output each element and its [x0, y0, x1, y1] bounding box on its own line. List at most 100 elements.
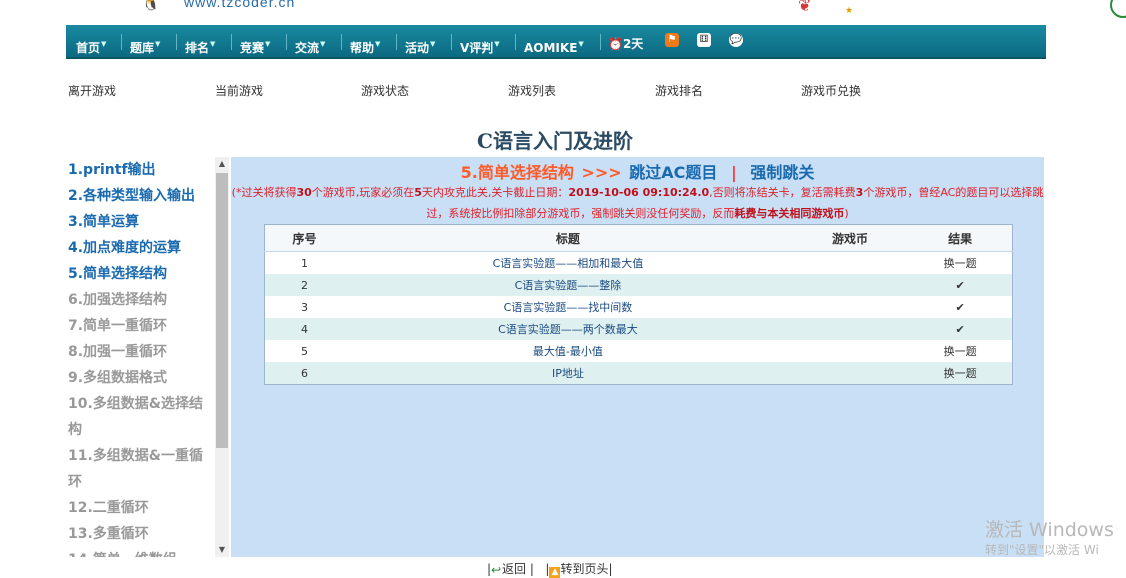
separator-text: |: [608, 562, 613, 576]
nav-aomike[interactable]: AOMIKE▼: [524, 25, 584, 57]
back-link[interactable]: 返回: [502, 562, 526, 576]
level-item[interactable]: 2.各种类型输入输出: [66, 183, 215, 209]
table-row: 1 C语言实验题——相加和最大值 换一题: [265, 252, 1013, 275]
chat-bubble-icon[interactable]: 💬: [729, 33, 743, 47]
row-num: 4: [264, 318, 345, 340]
corner-badge-icon: [1110, 0, 1126, 18]
nav-help[interactable]: 帮助▼: [350, 25, 380, 57]
nav-activity[interactable]: 活动▼: [405, 25, 435, 57]
level-item[interactable]: 12.二重循环: [66, 495, 215, 521]
coin-exchange-link[interactable]: 游戏币兑换: [801, 82, 861, 99]
problem-title-link[interactable]: IP地址: [344, 362, 792, 385]
current-game-link[interactable]: 当前游戏: [215, 82, 263, 99]
problem-title-link[interactable]: C语言实验题——找中间数: [344, 296, 792, 318]
row-coins: [791, 274, 909, 296]
swap-problem-link[interactable]: 换一题: [908, 252, 1012, 275]
row-num: 3: [301, 300, 309, 314]
scroll-down-arrow-icon[interactable]: ▼: [215, 543, 229, 557]
caret-down-icon: ▼: [155, 40, 161, 48]
problem-title-link[interactable]: C语言实验题——两个数最大: [344, 318, 792, 340]
row-coins: [792, 340, 908, 362]
row-coins: [792, 296, 908, 318]
level-item[interactable]: 6.加强选择结构: [66, 287, 215, 313]
level-panel: 5.简单选择结构 >>> 跳过AC题目 | 强制跳关 (*过关将获得30个游戏币…: [231, 157, 1044, 557]
swap-problem-link[interactable]: 换一题: [908, 340, 1012, 362]
table-row: 6 IP地址 换一题: [264, 362, 1013, 385]
level-item[interactable]: 7.简单一重循环: [66, 313, 215, 339]
row-num: 1: [301, 256, 309, 270]
level-sidebar: 1.printf输出 2.各种类型输入输出 3.简单运算 4.加点难度的运算 5…: [66, 157, 215, 557]
arrows-text: >>>: [581, 163, 622, 182]
level-item[interactable]: 3.简单运算: [66, 209, 215, 235]
row-num: 6: [264, 362, 345, 385]
logo-strip: 🐧 www.tzcoder.cn ❦ ★: [66, 0, 1046, 25]
caret-down-icon: ▼: [320, 40, 326, 48]
row-num: 5: [301, 344, 309, 358]
col-coins-header: 游戏币: [791, 224, 909, 252]
caret-down-icon: ▼: [265, 40, 271, 48]
windows-activation-hint: 转到"设置"以激活 Wi: [985, 543, 1099, 557]
caret-down-icon: ▼: [578, 40, 584, 48]
problem-title-link[interactable]: C语言实验题——相加和最大值: [344, 252, 792, 275]
level-item[interactable]: 9.多组数据格式: [66, 365, 215, 391]
level-item[interactable]: 11.多组数据&一重循环: [66, 443, 215, 495]
nav-ranking[interactable]: 排名▼: [185, 25, 215, 57]
level-notice: (*过关将获得30个游戏币,玩家必须在5天内攻克此关,关卡截止日期：2019-1…: [231, 186, 1044, 220]
col-result-header: 结果: [908, 224, 1013, 252]
flag-icon[interactable]: ⚑: [665, 33, 679, 47]
table-row: 2 C语言实验题——整除 ✔: [264, 274, 1013, 296]
force-skip-link[interactable]: 强制跳关: [750, 163, 814, 182]
sidebar-scrollbar[interactable]: ▲ ▼: [215, 157, 229, 557]
nav-home[interactable]: 首页▼: [76, 25, 106, 57]
caret-down-icon: ▼: [430, 40, 436, 48]
row-coins: [791, 318, 909, 340]
game-list-link[interactable]: 游戏列表: [508, 82, 556, 99]
dice-icon[interactable]: ⚅: [697, 33, 711, 47]
page-footer: |↩返回 | | ▲ 转到页头|: [487, 560, 613, 578]
table-row: 5 最大值-最小值 换一题: [265, 340, 1013, 362]
nav-contest[interactable]: 竞赛▼: [240, 25, 270, 57]
game-subnav: 离开游戏 当前游戏 游戏状态 游戏列表 游戏排名 游戏币兑换: [66, 82, 1046, 98]
level-item[interactable]: 10.多组数据&选择结构: [66, 391, 215, 443]
back-arrow-icon: ↩: [491, 563, 502, 577]
col-num-header: 序号: [264, 224, 345, 252]
leave-game-link[interactable]: 离开游戏: [68, 82, 116, 99]
nav-discuss[interactable]: 交流▼: [295, 25, 325, 57]
caret-down-icon: ▼: [494, 40, 500, 48]
star-decoration-icon: ★: [845, 6, 854, 16]
go-top-link[interactable]: 转到页头: [560, 562, 608, 576]
level-item[interactable]: 5.简单选择结构: [66, 261, 215, 287]
game-status-link[interactable]: 游戏状态: [361, 82, 409, 99]
table-header-row: 序号 标题 游戏币 结果: [264, 224, 1013, 252]
row-coins: [791, 362, 909, 385]
scroll-up-arrow-icon[interactable]: ▲: [215, 157, 229, 171]
penguin-logo-icon: 🐧: [142, 0, 160, 12]
table-row: 3 C语言实验题——找中间数 ✔: [265, 296, 1013, 318]
nav-vjudge[interactable]: V评判▼: [460, 25, 500, 57]
scroll-thumb[interactable]: [216, 173, 228, 448]
level-item[interactable]: 1.printf输出: [66, 157, 215, 183]
caret-down-icon: ▼: [101, 40, 107, 48]
separator-text: |: [529, 562, 534, 576]
streak-indicator[interactable]: ⏰2天: [608, 25, 643, 57]
alarm-clock-icon: ⏰: [608, 37, 623, 51]
skip-ac-link[interactable]: 跳过AC题目: [629, 163, 717, 182]
caret-down-icon: ▼: [375, 40, 381, 48]
solved-check-icon: ✔: [955, 300, 965, 314]
main-navbar: 首页▼ 题库▼ 排名▼ 竞赛▼ 交流▼ 帮助▼ 活动▼ V评判▼ AOMIKE▼…: [66, 25, 1046, 59]
level-item[interactable]: 14.简单一维数组: [66, 547, 215, 557]
problem-title-link[interactable]: 最大值-最小值: [344, 340, 792, 362]
caret-down-icon: ▼: [210, 40, 216, 48]
level-item[interactable]: 4.加点难度的运算: [66, 235, 215, 261]
table-row: 4 C语言实验题——两个数最大 ✔: [264, 318, 1013, 340]
level-item[interactable]: 8.加强一重循环: [66, 339, 215, 365]
game-ranking-link[interactable]: 游戏排名: [655, 82, 703, 99]
nav-problems[interactable]: 题库▼: [130, 25, 160, 57]
site-logo-text[interactable]: www.tzcoder.cn: [184, 0, 295, 10]
level-headline: 5.简单选择结构 >>> 跳过AC题目 | 强制跳关: [231, 159, 1044, 183]
windows-activation-title: 激活 Windows: [985, 519, 1114, 541]
problem-title-link[interactable]: C语言实验题——整除: [344, 274, 792, 296]
swap-problem-link[interactable]: 换一题: [908, 362, 1013, 385]
level-item[interactable]: 13.多重循环: [66, 521, 215, 547]
page-title: C语言入门及进阶: [477, 129, 633, 153]
